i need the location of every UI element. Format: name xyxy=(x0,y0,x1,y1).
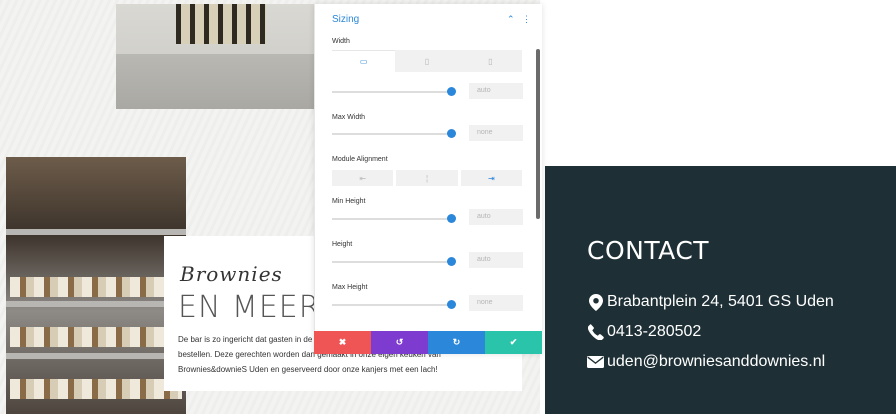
width-slider[interactable] xyxy=(332,87,456,97)
envelope-icon xyxy=(587,354,604,371)
contact-title: CONTACT xyxy=(587,236,710,265)
heading-big: EN MEER xyxy=(178,290,321,325)
height-slider[interactable] xyxy=(332,257,456,267)
contact-phone: 0413-280502 xyxy=(587,323,701,341)
width-input[interactable]: auto xyxy=(469,83,523,99)
tablet-icon[interactable]: ▯ xyxy=(395,50,458,72)
section-controls: ⌃ ⋮ xyxy=(502,14,531,25)
device-tabs: ▭ ▯ ▯ xyxy=(332,50,522,72)
address-text: Brabantplein 24, 5401 GS Uden xyxy=(607,293,834,310)
height-input[interactable]: auto xyxy=(469,252,523,268)
max-width-label: Max Width xyxy=(332,114,366,121)
alignment-options: ⇤ ¦ ⇥ xyxy=(332,170,522,186)
phone-icon[interactable]: ▯ xyxy=(459,50,522,72)
module-alignment-label: Module Alignment xyxy=(332,156,388,163)
min-height-slider[interactable] xyxy=(332,214,456,224)
email-link[interactable]: uden@browniesanddownies.nl xyxy=(607,353,825,371)
more-options-icon[interactable]: ⋮ xyxy=(522,14,531,24)
cancel-button[interactable]: ✖ xyxy=(314,331,371,354)
align-center-icon[interactable]: ¦ xyxy=(396,170,458,186)
phone-text[interactable]: 0413-280502 xyxy=(607,323,701,341)
max-width-slider[interactable] xyxy=(332,129,456,139)
sizing-settings-panel: Sizing ⌃ ⋮ Width ▭ ▯ ▯ auto Max Width no… xyxy=(314,4,542,354)
slider-handle[interactable] xyxy=(447,129,456,138)
max-width-input[interactable]: none xyxy=(469,125,523,141)
contact-email: uden@browniesanddownies.nl xyxy=(587,353,825,371)
section-title[interactable]: Sizing xyxy=(332,14,359,25)
map-marker-icon xyxy=(587,293,604,311)
undo-button[interactable]: ↺ xyxy=(371,331,428,354)
max-height-label: Max Height xyxy=(332,284,368,291)
align-left-icon[interactable]: ⇤ xyxy=(332,170,394,186)
desktop-icon[interactable]: ▭ xyxy=(332,50,396,72)
width-label: Width xyxy=(332,38,350,45)
max-height-input[interactable]: none xyxy=(469,295,523,311)
align-right-icon[interactable]: ⇥ xyxy=(460,170,522,186)
paragraph-line: Brownies&downieS Uden en geserveerd door… xyxy=(178,365,438,374)
undo-icon: ↺ xyxy=(395,337,404,347)
phone-icon xyxy=(587,324,604,341)
display-case-photo xyxy=(6,157,186,414)
close-icon: ✖ xyxy=(338,337,347,347)
heading-script: Brownies xyxy=(180,262,283,286)
max-height-slider[interactable] xyxy=(332,300,456,310)
contact-section: CONTACT Brabantplein 24, 5401 GS Uden 04… xyxy=(545,166,896,414)
slider-handle[interactable] xyxy=(447,214,456,223)
redo-button[interactable]: ↻ xyxy=(428,331,485,354)
save-button[interactable]: ✔ xyxy=(485,331,542,354)
slider-handle[interactable] xyxy=(447,300,456,309)
height-label: Height xyxy=(332,241,353,248)
interior-photo xyxy=(116,4,316,109)
min-height-input[interactable]: auto xyxy=(469,209,523,225)
contact-address: Brabantplein 24, 5401 GS Uden xyxy=(587,293,834,311)
slider-handle[interactable] xyxy=(447,87,456,96)
min-height-label: Min Height xyxy=(332,198,366,205)
panel-scrollbar[interactable] xyxy=(536,49,540,219)
panel-action-bar: ✖ ↺ ↻ ✔ xyxy=(314,331,542,354)
checkmark-icon: ✔ xyxy=(509,337,518,347)
chevron-up-icon[interactable]: ⌃ xyxy=(507,14,515,24)
panel-scroll-area[interactable]: Sizing ⌃ ⋮ Width ▭ ▯ ▯ auto Max Width no… xyxy=(315,4,543,331)
redo-icon: ↻ xyxy=(452,337,461,347)
slider-handle[interactable] xyxy=(447,257,456,266)
